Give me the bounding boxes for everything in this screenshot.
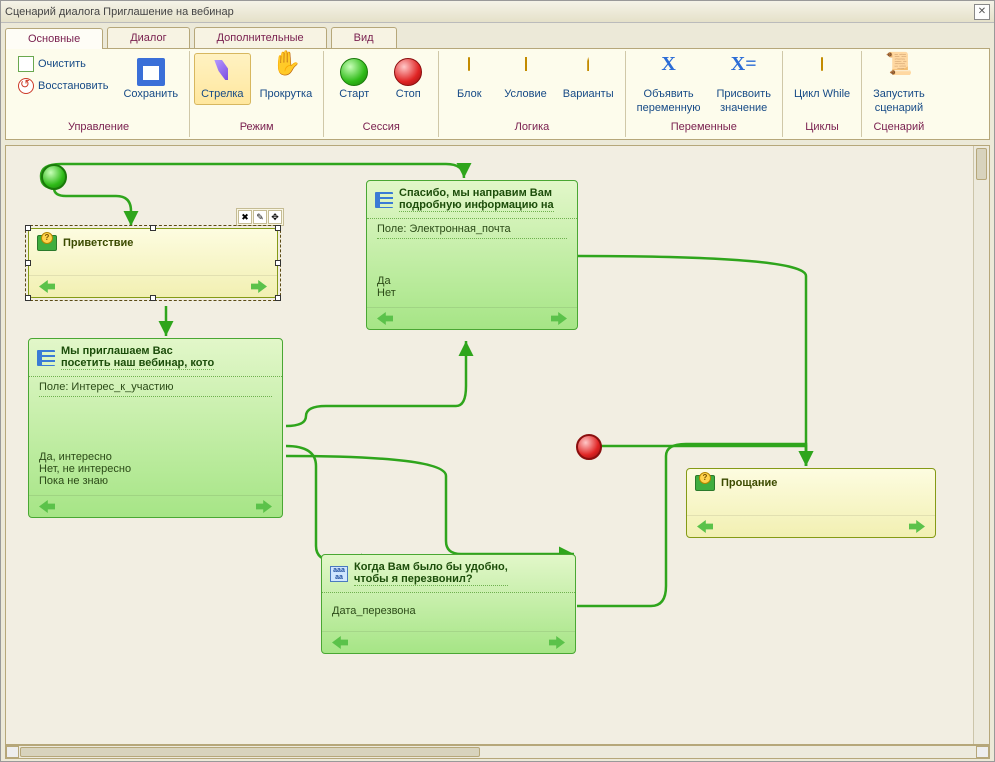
node-invite-field: Поле: Интерес_к_участию xyxy=(39,381,272,397)
x-icon: X xyxy=(655,58,683,86)
block-button[interactable]: Блок xyxy=(443,53,495,105)
prev-arrow-icon[interactable] xyxy=(697,520,713,533)
node-callback-title2: чтобы я перезвонил? xyxy=(354,573,508,586)
group-label-vars: Переменные xyxy=(630,119,778,135)
undo-icon xyxy=(18,78,34,94)
clear-button[interactable]: Очистить xyxy=(12,53,114,75)
ribbon: Очистить Восстановить Сохранить Управлен… xyxy=(5,48,990,140)
node-callback[interactable]: ааааа Когда Вам было бы удобно, чтобы я … xyxy=(321,554,576,654)
node-bye-title: Прощание xyxy=(721,477,777,489)
node-invite-opt1: Да, интересно xyxy=(39,451,272,463)
start-icon xyxy=(340,58,368,86)
cursor-icon xyxy=(208,58,236,86)
tab-view[interactable]: Вид xyxy=(331,27,397,48)
prev-arrow-icon[interactable] xyxy=(39,280,55,293)
condition-button[interactable]: Условие xyxy=(497,53,554,105)
app-window: Сценарий диалога Приглашение на вебинар … xyxy=(0,0,995,762)
text-icon: ааааа xyxy=(330,566,348,582)
group-label-management: Управление xyxy=(12,119,185,135)
node-toolbar: ✖ ✎ ✥ xyxy=(236,208,284,226)
run-scenario-button[interactable]: 📜Запуститьсценарий xyxy=(866,53,932,119)
hand-icon: ✋ xyxy=(272,58,300,86)
book-icon xyxy=(37,235,57,251)
assign-var-button[interactable]: X=Присвоитьзначение xyxy=(710,53,778,119)
tab-dialog[interactable]: Диалог xyxy=(107,27,189,48)
scroll-left-arrow[interactable] xyxy=(6,746,19,758)
node-thanks-title1: Спасибо, мы направим Вам xyxy=(399,187,554,199)
vertical-scrollbar[interactable] xyxy=(973,146,989,744)
block-icon xyxy=(455,58,483,86)
start-button[interactable]: Старт xyxy=(328,53,380,105)
loop-icon xyxy=(808,58,836,86)
next-arrow-icon[interactable] xyxy=(256,500,272,513)
condition-icon xyxy=(512,58,540,86)
horizontal-scrollbar[interactable] xyxy=(5,745,990,759)
scrollbar-thumb[interactable] xyxy=(976,148,987,180)
tab-main[interactable]: Основные xyxy=(5,28,103,49)
book-icon xyxy=(695,475,715,491)
scrollbar-thumb[interactable] xyxy=(20,747,480,757)
prev-arrow-icon[interactable] xyxy=(377,312,393,325)
next-arrow-icon[interactable] xyxy=(549,636,565,649)
group-label-session: Сессия xyxy=(328,119,434,135)
node-greet-title: Приветствие xyxy=(63,237,133,249)
stop-node[interactable] xyxy=(576,434,602,460)
variants-button[interactable]: Варианты xyxy=(556,53,621,105)
window-title: Сценарий диалога Приглашение на вебинар xyxy=(5,6,974,18)
window-close-button[interactable]: ✕ xyxy=(974,4,990,20)
node-thanks-opt1: Да xyxy=(377,275,567,287)
node-thanks-field: Поле: Электронная_почта xyxy=(377,223,567,239)
node-invite-title2: посетить наш вебинар, кото xyxy=(61,357,214,370)
declare-var-button[interactable]: XОбъявитьпеременную xyxy=(630,53,708,119)
canvas-container: ✖ ✎ ✥ Приветствие Мы приглашаем Вас xyxy=(5,145,990,745)
list-icon xyxy=(375,192,393,208)
group-label-mode: Режим xyxy=(194,119,319,135)
x-assign-icon: X= xyxy=(730,58,758,86)
mode-arrow-button[interactable]: Стрелка xyxy=(194,53,250,105)
group-label-logic: Логика xyxy=(443,119,620,135)
prev-arrow-icon[interactable] xyxy=(332,636,348,649)
while-button[interactable]: Цикл While xyxy=(787,53,857,105)
node-edit-button[interactable]: ✎ xyxy=(253,210,267,224)
new-doc-icon xyxy=(18,56,34,72)
ribbon-tabs: Основные Диалог Дополнительные Вид xyxy=(5,27,990,48)
next-arrow-icon[interactable] xyxy=(551,312,567,325)
node-callback-title1: Когда Вам было бы удобно, xyxy=(354,561,508,573)
node-callback-opt1: Дата_перезвона xyxy=(332,605,565,617)
tab-additional[interactable]: Дополнительные xyxy=(194,27,327,48)
variants-icon xyxy=(574,58,602,86)
node-move-button[interactable]: ✥ xyxy=(268,210,282,224)
stop-icon xyxy=(394,58,422,86)
mode-scroll-button[interactable]: ✋Прокрутка xyxy=(253,53,320,105)
prev-arrow-icon[interactable] xyxy=(39,500,55,513)
save-icon xyxy=(137,58,165,86)
restore-button[interactable]: Восстановить xyxy=(12,75,114,97)
diagram-canvas[interactable]: ✖ ✎ ✥ Приветствие Мы приглашаем Вас xyxy=(6,146,973,744)
group-label-loops: Циклы xyxy=(787,119,857,135)
node-invite-opt3: Пока не знаю xyxy=(39,475,272,487)
node-invite-opt2: Нет, не интересно xyxy=(39,463,272,475)
title-bar: Сценарий диалога Приглашение на вебинар … xyxy=(1,1,994,23)
list-icon xyxy=(37,350,55,366)
node-invite[interactable]: Мы приглашаем Вас посетить наш вебинар, … xyxy=(28,338,283,518)
next-arrow-icon[interactable] xyxy=(909,520,925,533)
node-thanks-title2: подробную информацию на xyxy=(399,199,554,212)
node-delete-button[interactable]: ✖ xyxy=(238,210,252,224)
scroll-icon: 📜 xyxy=(885,58,913,86)
scroll-right-arrow[interactable] xyxy=(976,746,989,758)
node-thanks[interactable]: Спасибо, мы направим Вам подробную инфор… xyxy=(366,180,578,330)
save-button[interactable]: Сохранить xyxy=(116,53,185,105)
group-label-scenario: Сценарий xyxy=(866,119,932,135)
node-bye[interactable]: Прощание xyxy=(686,468,936,538)
node-greet[interactable]: Приветствие xyxy=(28,228,278,298)
node-thanks-opt2: Нет xyxy=(377,287,567,299)
stop-button[interactable]: Стоп xyxy=(382,53,434,105)
start-node[interactable] xyxy=(41,164,67,190)
next-arrow-icon[interactable] xyxy=(251,280,267,293)
node-invite-title1: Мы приглашаем Вас xyxy=(61,345,214,357)
